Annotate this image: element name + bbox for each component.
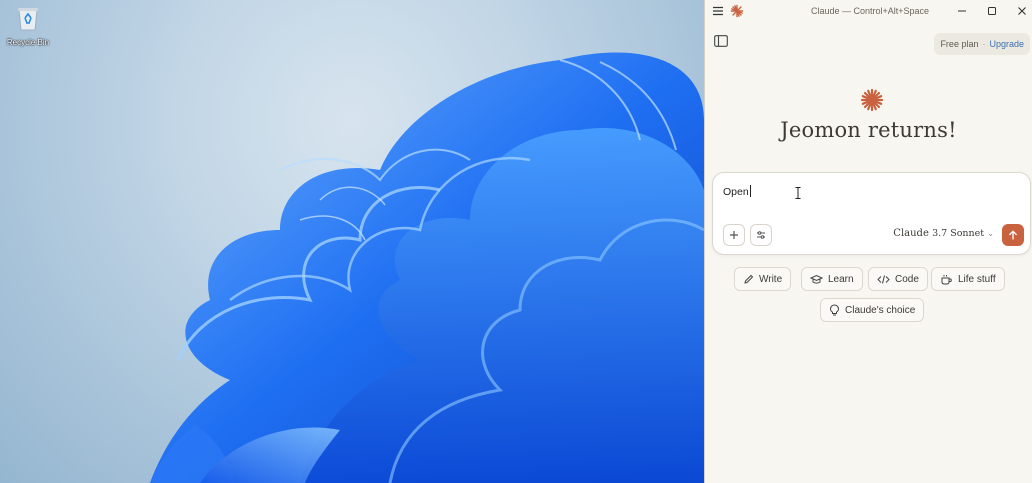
suggestion-write-label: Write: [759, 273, 783, 285]
greeting-heading: Jeomon returns!: [780, 118, 957, 142]
model-name: Claude: [893, 228, 929, 239]
windows-bloom-wallpaper: [150, 52, 704, 483]
maximize-button[interactable]: [980, 2, 1004, 20]
model-selector[interactable]: Claude 3.7 Sonnet ⌄: [893, 228, 994, 239]
arrow-up-icon: [1009, 230, 1017, 240]
desktop-wallpaper: Recycle Bin: [0, 0, 704, 483]
coffee-cup-icon: [941, 274, 952, 284]
suggestion-write[interactable]: Write: [734, 267, 792, 291]
recycle-bin-shortcut[interactable]: Recycle Bin: [6, 4, 50, 47]
suggestion-learn-label: Learn: [828, 273, 854, 285]
plan-badge: Free plan · Upgrade: [934, 33, 1030, 55]
composer-input-value: Open: [723, 186, 749, 198]
chevron-down-icon: ⌄: [987, 229, 994, 238]
close-icon: [1018, 7, 1026, 15]
tools-button[interactable]: [750, 224, 772, 246]
suggestion-claudes-choice[interactable]: Claude's choice: [820, 298, 925, 322]
suggestion-claudes-choice-label: Claude's choice: [845, 304, 916, 316]
upgrade-link[interactable]: Upgrade: [989, 39, 1024, 49]
maximize-icon: [988, 7, 996, 15]
text-cursor-icon: [795, 187, 801, 199]
send-button[interactable]: [1002, 224, 1024, 246]
sidebar-toggle-icon[interactable]: [714, 35, 728, 47]
claude-hero-logo-icon: [860, 88, 884, 112]
plus-icon: [730, 231, 738, 239]
text-caret: [749, 185, 751, 197]
lightbulb-icon: [829, 304, 840, 316]
sliders-icon: [757, 231, 765, 239]
hamburger-menu-icon[interactable]: [712, 5, 724, 17]
minimize-button[interactable]: [950, 2, 974, 20]
close-button[interactable]: [1010, 2, 1032, 20]
claude-logo-icon: [730, 4, 744, 18]
suggestion-code-label: Code: [895, 273, 919, 285]
minimize-icon: [958, 10, 966, 12]
code-icon: [877, 274, 890, 284]
plan-separator: ·: [982, 39, 986, 49]
title-bar: Claude — Control+Alt+Space: [705, 0, 1032, 24]
window-title: Claude — Control+Alt+Space: [810, 6, 930, 16]
suggestion-life-stuff-label: Life stuff: [958, 273, 996, 285]
claude-app-window: Claude — Control+Alt+Space Free plan · U…: [704, 0, 1032, 483]
suggestion-life-stuff[interactable]: Life stuff: [931, 267, 1005, 291]
free-plan-label: Free plan: [940, 39, 979, 49]
recycle-bin-icon: [18, 8, 38, 31]
recycle-bin-label: Recycle Bin: [6, 38, 50, 47]
message-composer[interactable]: Open Claude 3.7 Sonnet ⌄: [712, 172, 1031, 255]
model-version: 3.7 Sonnet: [932, 228, 985, 239]
graduation-cap-icon: [810, 274, 823, 284]
suggestion-code[interactable]: Code: [868, 267, 928, 291]
suggestion-learn[interactable]: Learn: [801, 267, 863, 291]
add-attachment-button[interactable]: [723, 224, 745, 246]
pencil-icon: [744, 274, 754, 284]
composer-input[interactable]: Open: [723, 185, 751, 198]
